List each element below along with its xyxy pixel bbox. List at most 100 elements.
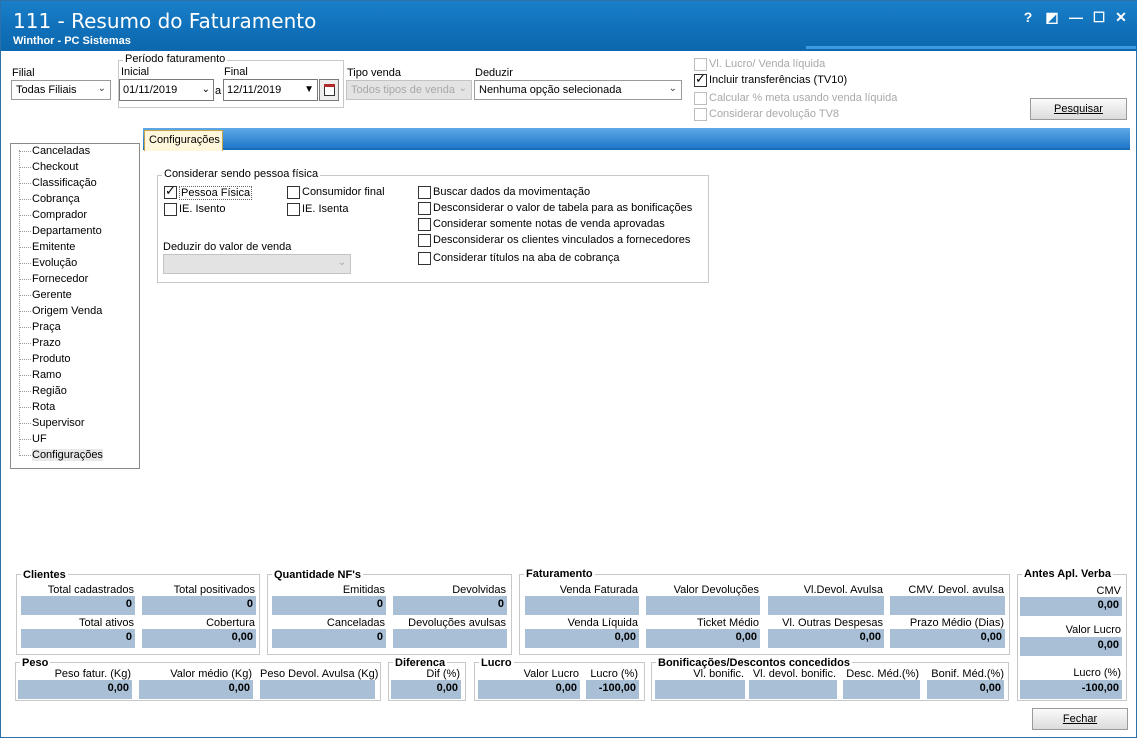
- peso-devol-avulsa-label: Peso Devol. Avulsa (Kg): [260, 668, 379, 680]
- peso-fatur-value: 0,00: [18, 680, 132, 699]
- ie-isenta-checkbox[interactable]: [287, 203, 300, 216]
- chevron-down-icon: ⌄: [337, 257, 346, 268]
- calendar-icon[interactable]: [319, 79, 339, 101]
- final-date-field[interactable]: 12/11/2019 ▼: [223, 79, 318, 101]
- buscar-dados-checkbox[interactable]: [418, 186, 431, 199]
- layout-icon[interactable]: ◩: [1043, 8, 1061, 26]
- tree-item[interactable]: Gerente: [19, 289, 72, 305]
- pessoa-fisica-checkbox[interactable]: ✓: [164, 183, 177, 199]
- chevron-down-icon: ⌄: [668, 83, 677, 94]
- deduzir-label: Deduzir: [475, 67, 513, 79]
- tree-item[interactable]: Praça: [19, 321, 61, 337]
- tree-item[interactable]: Cobrança: [19, 193, 80, 209]
- deduzir-select[interactable]: Nenhuma opção selecionada ⌄: [474, 80, 682, 100]
- tree-item[interactable]: Departamento: [19, 225, 102, 241]
- titulos-cobranca-checkbox[interactable]: [418, 252, 431, 265]
- outras-despesas-value: 0,00: [768, 629, 884, 648]
- total-cadastrados-value: 0: [21, 596, 135, 615]
- peso-devol-avulsa-value: [260, 680, 375, 699]
- vl-bonific-label: Vl. bonific.: [693, 668, 744, 680]
- help-icon[interactable]: ?: [1019, 8, 1037, 26]
- tree-item[interactable]: Prazo: [19, 337, 61, 353]
- deduzir-valor-select[interactable]: ⌄: [163, 254, 351, 274]
- close-icon[interactable]: ✕: [1112, 8, 1130, 26]
- cmv-label: CMV: [1096, 585, 1121, 597]
- ticket-medio-value: 0,00: [646, 629, 760, 648]
- chevron-down-icon: ⌄: [97, 83, 106, 94]
- antes-verba-title: Antes Apl. Verba: [1022, 568, 1114, 580]
- pesquisar-button[interactable]: Pesquisar: [1030, 98, 1127, 120]
- clientes-fornecedores-checkbox[interactable]: [418, 234, 431, 247]
- window-subtitle: Winthor - PC Sistemas: [13, 35, 131, 47]
- checkmark-icon: ✓: [165, 183, 176, 198]
- notas-aprovadas-label: Considerar somente notas de venda aprova…: [433, 218, 665, 230]
- final-date-value: 12/11/2019: [227, 84, 282, 96]
- tipo-venda-label: Tipo venda: [347, 67, 402, 79]
- tree-item[interactable]: Origem Venda: [19, 305, 102, 321]
- valor-lucro-label: Valor Lucro: [523, 668, 579, 680]
- title-bar: 111 - Resumo do Faturamento Winthor - PC…: [1, 1, 1137, 51]
- tree-item[interactable]: Supervisor: [19, 417, 85, 433]
- tree-item[interactable]: Classificação: [19, 177, 97, 193]
- tree-item[interactable]: Produto: [19, 353, 71, 369]
- buscar-dados-label: Buscar dados da movimentação: [433, 186, 591, 198]
- incluir-transferencias-checkbox[interactable]: ✓: [694, 72, 707, 87]
- vl-lucro-checkbox[interactable]: [694, 58, 707, 71]
- tree-item[interactable]: Checkout: [19, 161, 78, 177]
- prazo-medio-value: 0,00: [890, 629, 1005, 648]
- ie-isento-checkbox[interactable]: [164, 203, 177, 216]
- tipo-venda-value: Todos tipos de venda: [351, 84, 455, 96]
- tab-configuracoes[interactable]: Configurações: [144, 130, 223, 151]
- tree-item[interactable]: Comprador: [19, 209, 87, 225]
- tree-item[interactable]: Emitente: [19, 241, 75, 257]
- devolucoes-avulsas-value: [393, 629, 507, 648]
- tree-item[interactable]: Fornecedor: [19, 273, 88, 289]
- pessoa-fisica-title: Considerar sendo pessoa física: [162, 168, 321, 180]
- minimize-icon[interactable]: —: [1067, 8, 1085, 26]
- antes-lucro-pct-label: Lucro (%): [1073, 667, 1121, 679]
- tree-item[interactable]: Ramo: [19, 369, 61, 385]
- inicial-date-field[interactable]: 01/11/2019 ⌄: [119, 79, 214, 101]
- devolvidas-label: Devolvidas: [452, 584, 506, 596]
- valor-medio-label: Valor médio (Kg): [170, 668, 252, 680]
- tree-item[interactable]: Região: [19, 385, 67, 401]
- tree-item[interactable]: UF: [19, 433, 47, 449]
- vl-devol-avulsa-value: [768, 596, 884, 615]
- vl-devol-bonific-value: [749, 680, 837, 699]
- total-cadastrados-label: Total cadastrados: [47, 584, 134, 596]
- dif-pct-value: 0,00: [391, 680, 461, 699]
- canceladas-value: 0: [272, 629, 386, 648]
- filial-label: Filial: [12, 67, 35, 79]
- incluir-transferencias-label: Incluir transferências (TV10): [709, 74, 848, 86]
- vl-bonific-value: [655, 680, 745, 699]
- tipo-venda-select[interactable]: Todos tipos de venda ⌄: [346, 80, 472, 100]
- considerar-devolucao-checkbox[interactable]: [694, 108, 707, 121]
- desc-med-label: Desc. Méd.(%): [846, 668, 919, 680]
- vl-devol-avulsa-label: Vl.Devol. Avulsa: [803, 584, 883, 596]
- notas-aprovadas-checkbox[interactable]: [418, 218, 431, 231]
- deduzir-value: Nenhuma opção selecionada: [479, 84, 622, 96]
- tree-item[interactable]: Canceladas: [19, 145, 90, 161]
- tree-item[interactable]: Evolução: [19, 257, 77, 273]
- filial-select[interactable]: Todas Filiais ⌄: [11, 80, 111, 100]
- desconsiderar-tabela-label: Desconsiderar o valor de tabela para as …: [433, 202, 693, 214]
- clientes-title: Clientes: [21, 569, 68, 581]
- emitidas-label: Emitidas: [342, 584, 385, 596]
- antes-valor-lucro-value: 0,00: [1020, 637, 1122, 656]
- consumidor-final-checkbox[interactable]: [287, 186, 300, 199]
- venda-faturada-label: Venda Faturada: [559, 584, 638, 596]
- inicial-date-value: 01/11/2019: [123, 84, 178, 96]
- maximize-icon[interactable]: ☐: [1090, 8, 1108, 26]
- desc-med-value: [843, 680, 920, 699]
- cobertura-value: 0,00: [142, 629, 256, 648]
- tab-bar: [143, 128, 1130, 150]
- tree-item-selected[interactable]: Configurações: [19, 449, 103, 465]
- calcular-meta-checkbox[interactable]: [694, 92, 707, 105]
- desconsiderar-tabela-checkbox[interactable]: [418, 202, 431, 215]
- fechar-button[interactable]: Fechar: [1032, 708, 1128, 730]
- bonif-med-label: Bonif. Méd.(%): [931, 668, 1004, 680]
- cmv-devol-avulsa-value: [890, 596, 1005, 615]
- devolvidas-value: 0: [393, 596, 507, 615]
- antes-lucro-pct-value: -100,00: [1020, 680, 1122, 699]
- tree-item[interactable]: Rota: [19, 401, 55, 417]
